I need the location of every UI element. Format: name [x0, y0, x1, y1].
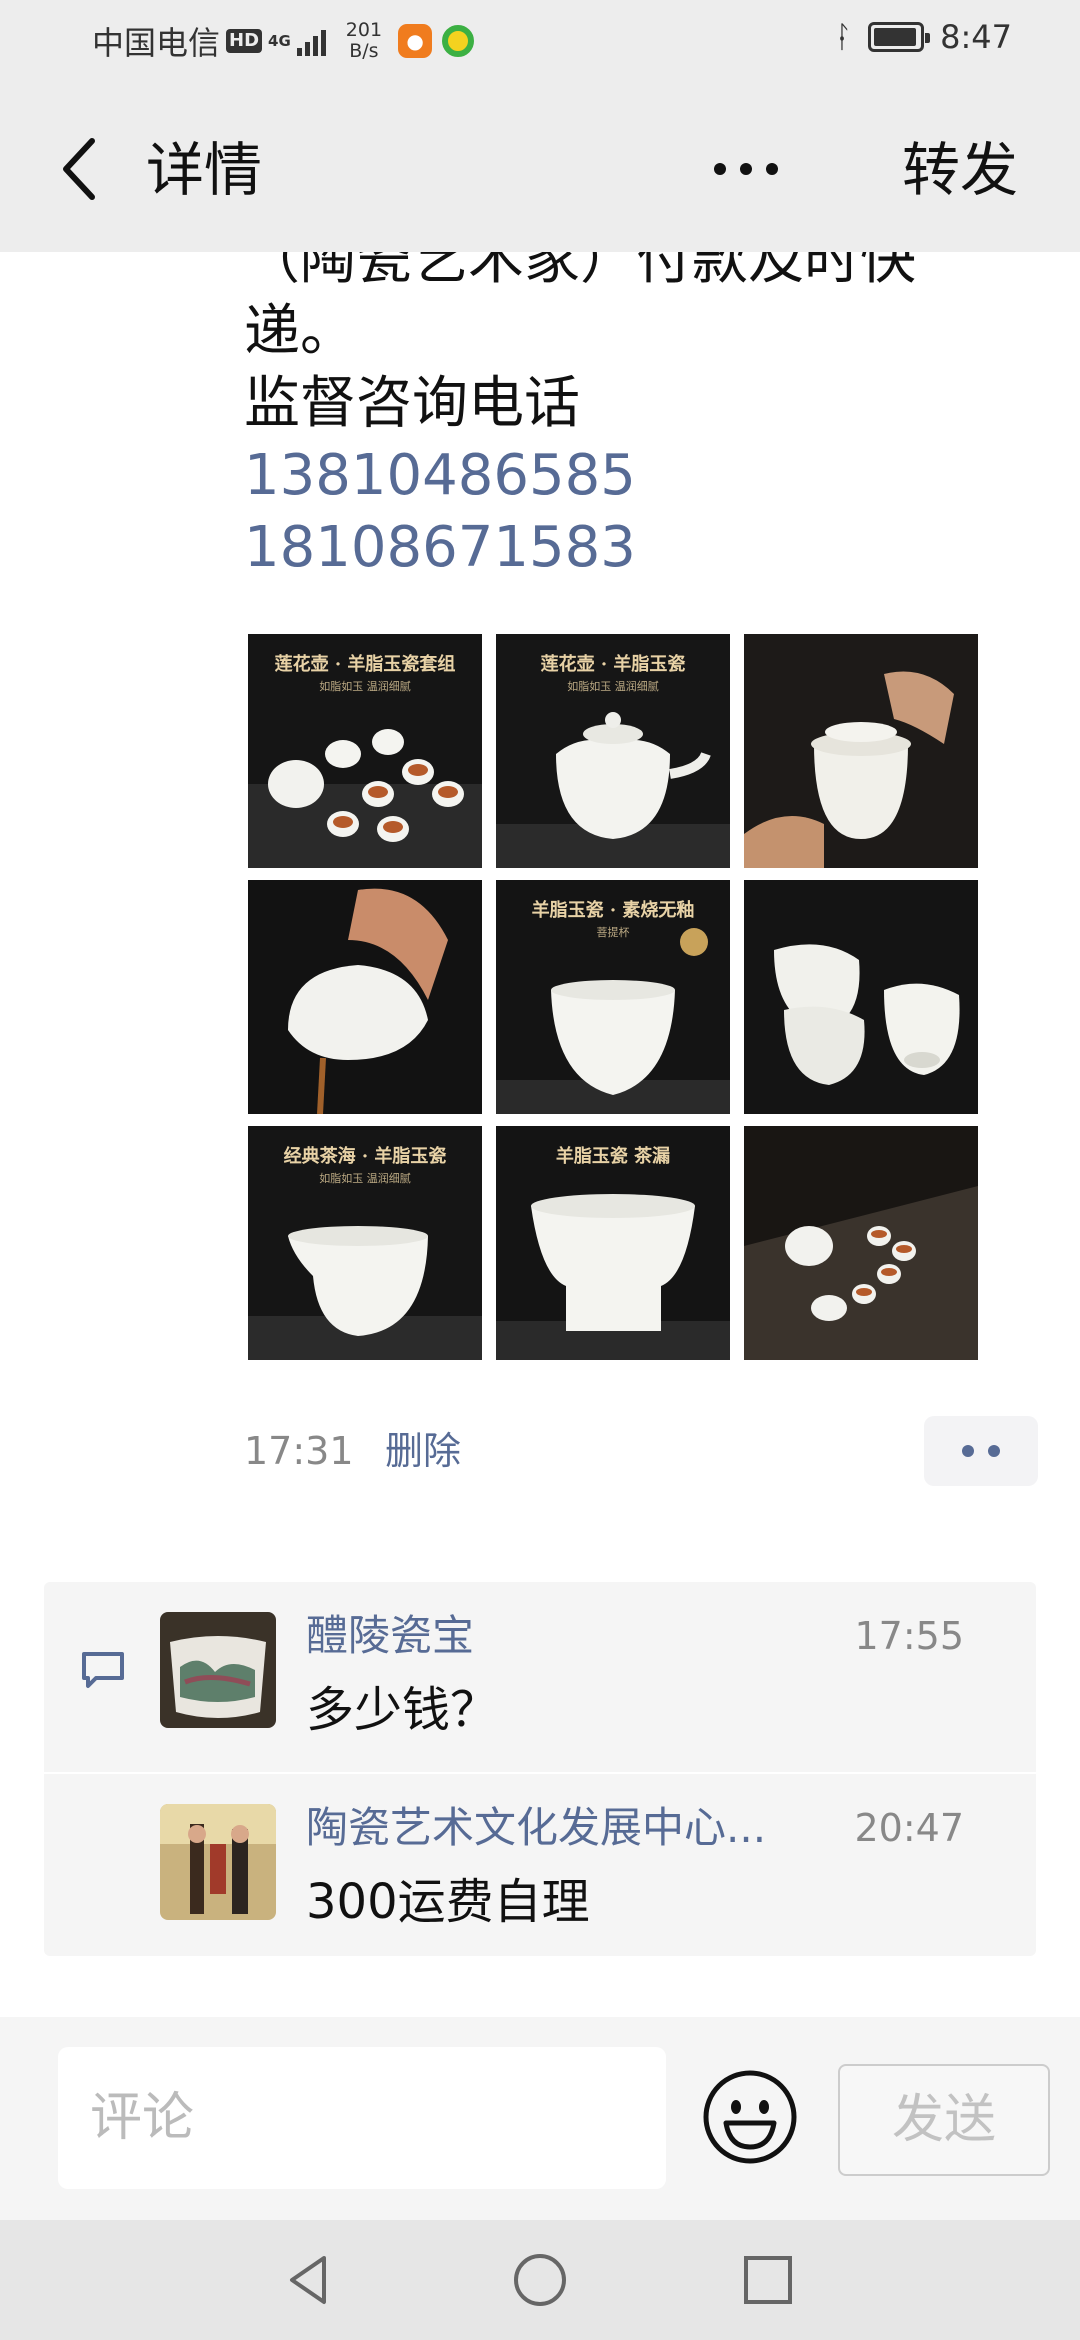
photo-thumbnail[interactable]: 经典茶海 · 羊脂玉瓷 如脂如玉 温润细腻	[248, 1126, 482, 1360]
comment-input[interactable]	[58, 2047, 666, 2189]
back-button[interactable]	[48, 134, 108, 204]
recents-square-icon[interactable]	[738, 2250, 798, 2310]
signal-icon	[296, 26, 326, 56]
comment-time: 17:55	[854, 1614, 964, 1658]
post-text-line: 递。	[244, 299, 356, 364]
like-comment-button[interactable]	[924, 1416, 1038, 1486]
phone-link-1[interactable]: 13810486585	[244, 440, 1004, 512]
photo-thumbnail[interactable]: 莲花壶 · 羊脂玉瓷 如脂如玉 温润细腻	[496, 634, 730, 868]
avatar[interactable]	[160, 1612, 276, 1728]
more-dots-icon	[714, 163, 726, 175]
carrier-label: 中国电信	[92, 24, 221, 62]
avatar[interactable]	[160, 1804, 276, 1920]
send-button[interactable]: 发送	[838, 2064, 1050, 2176]
bluetooth-icon: ᛛ	[834, 19, 853, 55]
hd-badge: HD	[226, 29, 263, 53]
smiley-icon[interactable]	[702, 2069, 798, 2165]
post-text: （陶瓷艺术家）付款及时快 递。 监督咨询电话 13810486585 18108…	[244, 252, 1004, 584]
comment-text: 300运费自理	[306, 1874, 590, 1930]
network-type: 4G	[268, 31, 291, 50]
photo-subcaption: 如脂如玉 温润细腻	[319, 1172, 411, 1185]
app-notification-icon	[442, 25, 475, 57]
photo-grid: 莲花壶 · 羊脂玉瓷套组 如脂如玉 温润细腻 莲花壶 · 羊脂玉瓷 如脂如玉 温…	[248, 634, 980, 1360]
comment-dots-icon	[962, 1445, 974, 1457]
more-button[interactable]	[708, 144, 784, 194]
speed-value: 201	[345, 19, 383, 41]
status-right: ᛛ 8:47	[834, 18, 1012, 56]
photo-caption: 羊脂玉瓷 茶漏	[555, 1146, 671, 1167]
system-navigation-bar	[0, 2220, 1080, 2340]
forward-button[interactable]: 转发	[902, 136, 1018, 204]
status-left: 中国电信 HD 4G 201 B/s ●	[92, 18, 475, 64]
photo-caption: 经典茶海 · 羊脂玉瓷	[283, 1146, 447, 1167]
chevron-left-icon	[63, 138, 95, 200]
speed-unit: B/s	[349, 40, 379, 62]
photo-subcaption: 如脂如玉 温润细腻	[567, 680, 659, 693]
photo-thumbnail[interactable]: 莲花壶 · 羊脂玉瓷套组 如脂如玉 温润细腻	[248, 634, 482, 868]
page-title: 详情	[146, 136, 263, 204]
photo-caption: 莲花壶 · 羊脂玉瓷	[540, 654, 686, 675]
supervise-label: 监督咨询电话	[244, 371, 580, 436]
photo-subcaption: 菩提杯	[596, 926, 630, 939]
comment-item[interactable]: 陶瓷艺术文化发展中心... 20:47 300运费自理	[44, 1772, 1036, 1962]
comment-time: 20:47	[854, 1806, 964, 1850]
commenter-name[interactable]: 陶瓷艺术文化发展中心...	[306, 1802, 766, 1854]
photo-thumbnail[interactable]: 羊脂玉瓷 · 素烧无釉 菩提杯	[496, 880, 730, 1114]
photo-thumbnail[interactable]	[248, 880, 482, 1114]
photo-thumbnail[interactable]	[744, 880, 978, 1114]
back-triangle-icon[interactable]	[280, 2250, 340, 2310]
post-text-line-cut: （陶瓷艺术家）付款及时快	[244, 252, 916, 292]
photo-caption: 羊脂玉瓷 · 素烧无釉	[531, 900, 695, 921]
home-circle-icon[interactable]	[510, 2250, 570, 2310]
clock: 8:47	[940, 18, 1012, 56]
battery-icon	[868, 22, 931, 52]
navigation-bar: 详情 转发	[0, 84, 1080, 252]
comment-list: 醴陵瓷宝 17:55 多少钱？ 陶瓷艺术文化发展中心... 20:47 300运…	[44, 1582, 1036, 1956]
comment-text: 多少钱？	[306, 1682, 499, 1738]
uc-browser-icon: ●	[398, 24, 433, 58]
photo-thumbnail[interactable]	[744, 1126, 978, 1360]
post-time: 17:31	[244, 1429, 354, 1473]
comment-item[interactable]: 醴陵瓷宝 17:55 多少钱？	[44, 1582, 1036, 1772]
moment-detail: （陶瓷艺术家）付款及时快 递。 监督咨询电话 13810486585 18108…	[0, 252, 1080, 2017]
photo-thumbnail[interactable]	[744, 634, 978, 868]
status-bar: 中国电信 HD 4G 201 B/s ● ᛛ 8:47	[0, 0, 1080, 84]
photo-subcaption: 如脂如玉 温润细腻	[319, 680, 411, 693]
delete-button[interactable]: 删除	[385, 1428, 461, 1474]
commenter-name[interactable]: 醴陵瓷宝	[306, 1610, 474, 1662]
network-speed: 201 B/s	[346, 20, 382, 62]
phone-link-2[interactable]: 18108671583	[244, 512, 1004, 584]
photo-caption: 莲花壶 · 羊脂玉瓷套组	[274, 654, 456, 675]
comment-input-bar: 发送	[0, 2017, 1080, 2220]
photo-thumbnail[interactable]: 羊脂玉瓷 茶漏	[496, 1126, 730, 1360]
